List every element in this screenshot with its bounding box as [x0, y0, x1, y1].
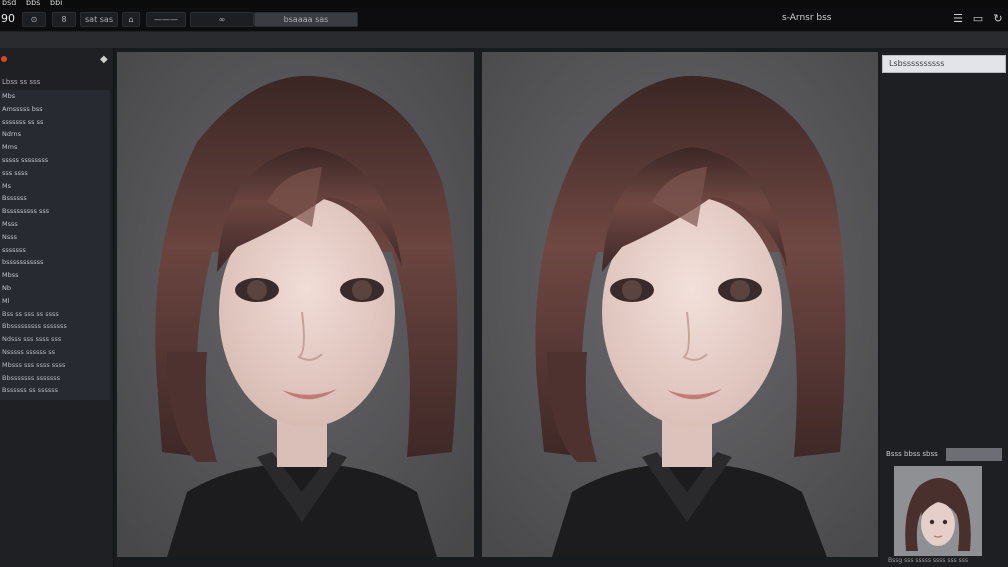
list-item[interactable]: Mbss: [0, 269, 110, 282]
list-item[interactable]: Bsssssssss sss: [0, 205, 110, 218]
sidebar-header: ◆: [0, 54, 114, 66]
list-item[interactable]: Ml: [0, 295, 110, 308]
list-item[interactable]: Mbs: [0, 90, 110, 103]
list-item[interactable]: Ms: [0, 180, 110, 193]
mode-button[interactable]: sat sas: [80, 12, 118, 27]
list-item[interactable]: Bbsssssss sssssss: [0, 372, 110, 385]
home-button[interactable]: 90: [0, 12, 16, 27]
properties-panel: Lsbssssssssss Bsss bbss sbss Bssg sss ss…: [880, 52, 1008, 567]
thumbnail-image: [894, 466, 982, 556]
list-item[interactable]: Bssssss ss ssssss: [0, 384, 110, 397]
menu-bar: bsd bbs bbi: [0, 0, 1008, 8]
settings-button[interactable]: 8: [52, 12, 76, 27]
status-bar: [114, 557, 880, 567]
menu-item-1[interactable]: bsd: [2, 0, 16, 7]
sidebar: ◆ Lbss ss sss Mbs Amsssss bss sssssss ss…: [0, 48, 114, 567]
list-item[interactable]: bsssssssssss: [0, 256, 110, 269]
list-item[interactable]: Ndrns: [0, 128, 110, 141]
panel-footer-text: Bssg sss sssss ssss sss sss: [888, 557, 968, 564]
preview-thumbnail[interactable]: [894, 466, 982, 556]
window-icon[interactable]: ▭: [970, 12, 986, 26]
tab-1[interactable]: ∞: [190, 12, 254, 27]
list-item[interactable]: Bss ss sss ss ssss: [0, 308, 110, 321]
name-field[interactable]: Lsbssssssssss: [882, 55, 1006, 73]
list-item[interactable]: Ndsss sss ssss sss: [0, 333, 110, 346]
preview-dropdown[interactable]: [946, 448, 1002, 461]
pin-icon[interactable]: ◆: [100, 54, 108, 65]
tab-2[interactable]: bsaaaa sas: [254, 12, 358, 27]
list-item[interactable]: Nb: [0, 282, 110, 295]
slider-control[interactable]: ———: [146, 12, 186, 27]
portrait-image-left: [117, 52, 474, 557]
canvas-left[interactable]: [117, 52, 474, 557]
layer-list: Mbs Amsssss bss sssssss ss ss Ndrns Mms …: [0, 90, 110, 400]
canvas-right[interactable]: [482, 52, 878, 557]
refresh-icon[interactable]: ↻: [990, 12, 1006, 26]
list-item[interactable]: Amsssss bss: [0, 103, 110, 116]
list-item[interactable]: sss ssss: [0, 167, 110, 180]
list-item[interactable]: Nsssss ssssss ss: [0, 346, 110, 359]
list-item[interactable]: Msss: [0, 218, 110, 231]
list-item[interactable]: Mms: [0, 141, 110, 154]
view-icon[interactable]: ⊙: [22, 12, 46, 27]
list-item[interactable]: Bbsssssssss sssssss: [0, 320, 110, 333]
list-item[interactable]: Bssssss: [0, 192, 110, 205]
menu-item-3[interactable]: bbi: [50, 0, 62, 7]
preview-label: Bsss bbss sbss: [886, 450, 938, 458]
home-icon[interactable]: ⌂: [122, 12, 140, 27]
list-item[interactable]: Nsss: [0, 231, 110, 244]
list-item[interactable]: sssssss: [0, 244, 110, 257]
list-view-icon[interactable]: ☰: [950, 12, 966, 26]
list-item[interactable]: Mbsss sss ssss ssss: [0, 359, 110, 372]
toolbar: 90 ⊙ 8 sat sas ⌂ ——— ∞ bsaaaa sas s-Arns…: [0, 8, 1008, 32]
list-item[interactable]: sssss ssssssss: [0, 154, 110, 167]
sidebar-section-label: Lbss ss sss: [2, 78, 41, 86]
ruler-strip: [0, 32, 1008, 48]
menu-item-2[interactable]: bbs: [26, 0, 40, 7]
window-title: s-Arnsr bss: [782, 13, 832, 23]
list-item[interactable]: sssssss ss ss: [0, 116, 110, 129]
portrait-image-right: [482, 52, 878, 557]
record-icon[interactable]: [1, 56, 7, 62]
